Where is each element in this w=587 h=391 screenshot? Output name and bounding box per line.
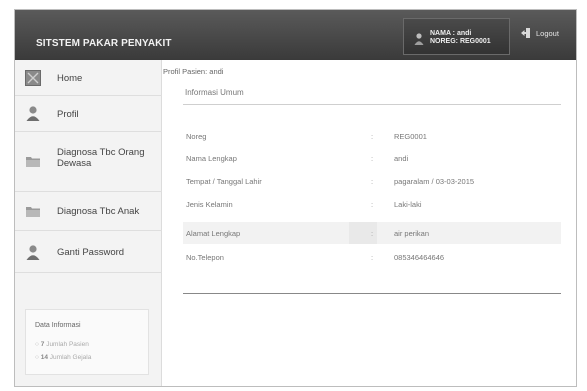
section-title: Informasi Umum [185, 88, 244, 97]
row-key: Noreg [186, 132, 207, 141]
row-value: REG0001 [394, 132, 427, 141]
header-bar: SITSTEM PAKAR PENYAKIT NAMA : andi NOREG… [15, 10, 576, 60]
bullet-icon: ○ [35, 341, 39, 348]
info-count: 7 [40, 341, 45, 348]
row-separator: : [371, 154, 374, 163]
logout-icon [521, 28, 530, 38]
row-key: Nama Lengkap [186, 154, 237, 163]
info-panel-title: Data Informasi [35, 322, 81, 329]
app-frame: SITSTEM PAKAR PENYAKIT NAMA : andi NOREG… [14, 9, 577, 387]
user-info-box: NAMA : andi NOREG: REG0001 [403, 18, 510, 55]
user-noreg: NOREG: REG0001 [430, 38, 491, 45]
user-info-text: NAMA : andi NOREG: REG0001 [430, 30, 491, 46]
divider [183, 293, 561, 294]
profile-row: Nama Lengkap : andi [183, 147, 561, 169]
info-text: Jumlah Gejala [49, 354, 92, 361]
app-title: SITSTEM PAKAR PENYAKIT [36, 38, 172, 49]
sidebar-item-label: Home [57, 73, 83, 84]
sidebar: Home Profil Diagnosa Tbc Orang Dewasa Di… [15, 60, 162, 386]
row-separator: : [371, 200, 374, 209]
info-text: Jumlah Pasien [46, 341, 89, 348]
profile-row: Alamat Lengkap : air perikan [183, 222, 561, 244]
sidebar-item-profil[interactable]: Profil [15, 96, 162, 132]
row-key: Tempat / Tanggal Lahir [186, 177, 262, 186]
info-panel: Data Informasi ○ 7 Jumlah Pasien ○ 14 Ju… [25, 309, 149, 375]
row-value: 085346464646 [394, 253, 445, 262]
sidebar-item-label: Diagnosa Tbc Orang Dewasa [57, 147, 145, 169]
main-content: Profil Pasien: andi Informasi Umum Noreg… [163, 60, 576, 386]
row-value: pagaralam / 03-03-2015 [394, 177, 475, 186]
profile-row: Tempat / Tanggal Lahir : pagaralam / 03-… [183, 170, 561, 192]
divider [183, 104, 561, 105]
sidebar-item-label: Ganti Password [57, 247, 125, 258]
sidebar-item-label: Profil [57, 109, 79, 120]
profile-row: Jenis Kelamin : Laki-laki [183, 193, 561, 215]
logout-button[interactable]: Logout [520, 26, 559, 40]
home-icon [25, 70, 41, 86]
row-key: Jenis Kelamin [186, 200, 233, 209]
sidebar-item-label: Diagnosa Tbc Anak [57, 206, 140, 217]
user-icon [414, 33, 424, 45]
folder-icon [26, 157, 40, 167]
user-icon [26, 106, 40, 121]
sidebar-item-ganti-password[interactable]: Ganti Password [15, 231, 162, 273]
sidebar-item-diagnosa-anak[interactable]: Diagnosa Tbc Anak [15, 192, 162, 231]
info-line-pasien: ○ 7 Jumlah Pasien [35, 341, 89, 348]
row-key: Alamat Lengkap [186, 229, 241, 238]
sidebar-item-home[interactable]: Home [15, 60, 162, 96]
row-separator: : [371, 229, 374, 238]
profile-row: No.Telepon : 085346464646 [183, 246, 561, 268]
profile-row: Noreg : REG0001 [183, 125, 561, 147]
user-name: NAMA : andi [430, 30, 472, 37]
bullet-icon: ○ [35, 354, 39, 361]
sidebar-item-diagnosa-dewasa[interactable]: Diagnosa Tbc Orang Dewasa [15, 132, 162, 192]
row-separator: : [371, 132, 374, 141]
row-value: Laki-laki [394, 200, 422, 209]
user-icon [26, 245, 40, 260]
row-value: air perikan [394, 229, 430, 238]
logout-label: Logout [536, 28, 559, 38]
row-separator: : [371, 253, 374, 262]
row-value: andi [394, 154, 409, 163]
breadcrumb: Profil Pasien: andi [163, 67, 224, 76]
info-line-gejala: ○ 14 Jumlah Gejala [35, 354, 91, 361]
row-key: No.Telepon [186, 253, 224, 262]
folder-icon [26, 207, 40, 217]
row-separator: : [371, 177, 374, 186]
info-count: 14 [40, 354, 48, 361]
